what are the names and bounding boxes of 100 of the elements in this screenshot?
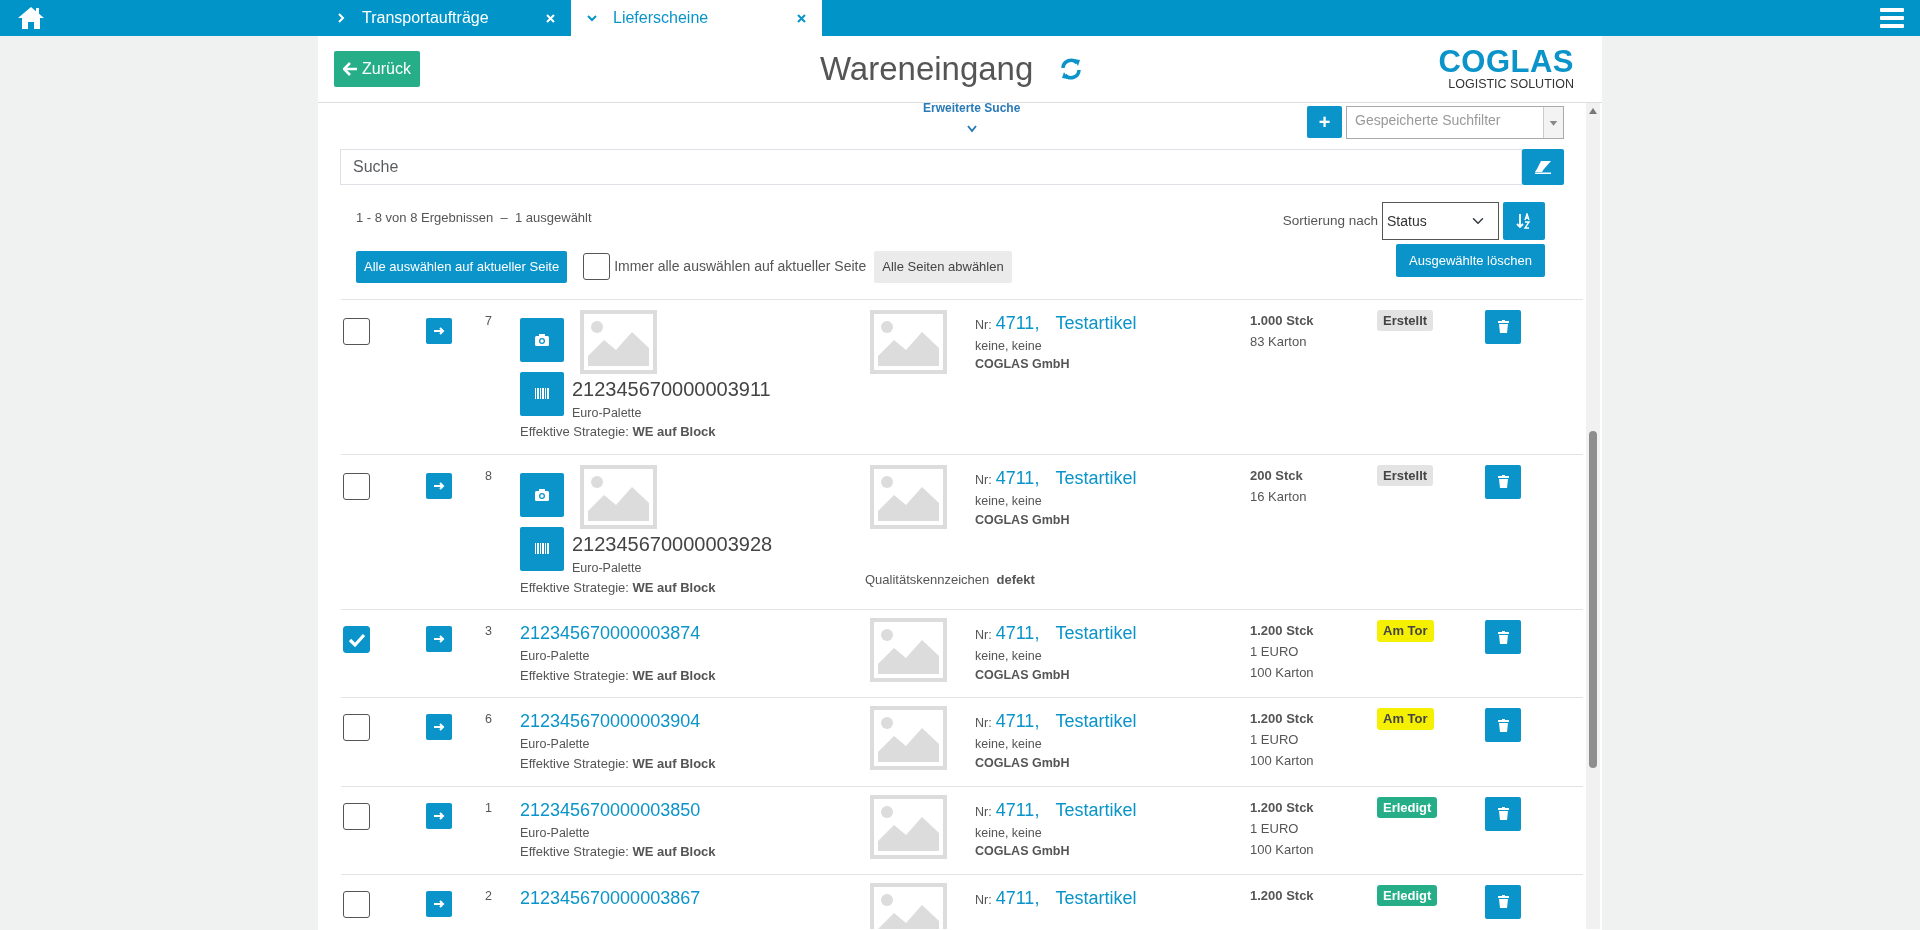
dimensions-text: keine, keine	[975, 736, 1043, 754]
caret-icon	[1543, 107, 1563, 138]
checkbox[interactable]	[583, 253, 611, 280]
open-button[interactable]	[426, 472, 452, 499]
strategy-text: Effektive Strategie: WE auf Block	[520, 843, 717, 862]
back-button[interactable]: Zurück	[334, 51, 420, 87]
quantity-text: 1 EURO	[1250, 731, 1300, 750]
scrollbar[interactable]	[1586, 103, 1600, 929]
dimensions-text: keine, keine	[975, 492, 1043, 510]
company-name: COGLAS GmbH	[975, 755, 1071, 772]
advanced-search-link[interactable]: Erweiterte Suche	[923, 103, 1021, 117]
article-number-link[interactable]: 4711,	[995, 309, 1040, 337]
delete-button[interactable]	[1485, 796, 1521, 831]
arrow-right-icon	[433, 325, 445, 336]
article-number-link[interactable]: 4711,	[995, 884, 1040, 912]
article-number-link[interactable]: 4711,	[995, 464, 1040, 492]
row-number: 8	[485, 468, 492, 483]
article-number-link[interactable]: 4711,	[995, 708, 1040, 736]
quantity-text: 83 Karton	[1250, 332, 1308, 351]
article-name-link[interactable]: Testartikel	[1055, 708, 1137, 736]
barcode-button[interactable]	[520, 526, 564, 571]
pallet-id-link[interactable]: 212345670000003850	[520, 796, 870, 824]
arrow-right-icon	[433, 898, 445, 909]
barcode-icon	[535, 543, 549, 555]
checkbox[interactable]	[343, 472, 370, 500]
article-number-link[interactable]: 4711,	[995, 796, 1040, 824]
pallet-id-link[interactable]: 212345670000003904	[520, 708, 870, 736]
strategy-text: Effektive Strategie: WE auf Block	[520, 666, 717, 685]
camera-button[interactable]	[520, 317, 564, 362]
pallet-id: 212345670000003928	[572, 531, 773, 557]
delete-button[interactable]	[1485, 620, 1521, 654]
results-info: 1 - 8 von 8 Ergebnissen – 1 ausgewählt	[356, 209, 593, 227]
delete-button[interactable]	[1485, 708, 1521, 743]
number-label: Nr:	[975, 471, 992, 489]
image-placeholder-icon	[870, 309, 947, 374]
number-label: Nr:	[975, 627, 992, 644]
sort-icon	[1516, 213, 1532, 229]
open-button[interactable]	[426, 714, 452, 741]
camera-icon	[534, 332, 550, 347]
select-all-button[interactable]: Alle auswählen auf aktueller Seite	[356, 250, 568, 283]
image-placeholder-icon	[580, 309, 657, 374]
article-name-link[interactable]: Testartikel	[1055, 309, 1137, 337]
delete-button[interactable]	[1485, 464, 1521, 499]
checkbox[interactable]	[343, 714, 370, 742]
quantity-text: 100 Karton	[1250, 752, 1315, 771]
scrollbar-thumb[interactable]	[1589, 431, 1597, 768]
chevron-down-icon[interactable]	[966, 125, 977, 133]
image-placeholder-icon	[870, 464, 947, 529]
trash-icon	[1497, 807, 1509, 820]
open-button[interactable]	[426, 317, 452, 344]
open-button[interactable]	[426, 890, 452, 917]
pallet-id-link[interactable]: 212345670000003874	[520, 620, 870, 647]
strategy-text: Effektive Strategie: WE auf Block	[520, 755, 717, 773]
eraser-icon	[1534, 160, 1552, 174]
article-name-link[interactable]: Testartikel	[1055, 796, 1137, 824]
quantity-text: 1.000 Stck	[1250, 311, 1315, 330]
trash-icon	[1497, 475, 1509, 489]
camera-button[interactable]	[520, 472, 564, 517]
open-button[interactable]	[426, 626, 452, 652]
add-filter-button[interactable]: +	[1307, 106, 1342, 138]
checkbox[interactable]	[343, 890, 370, 918]
quantity-text: 16 Karton	[1250, 487, 1308, 506]
delete-button[interactable]	[1485, 884, 1521, 919]
scroll-up-icon[interactable]	[1588, 107, 1598, 115]
close-icon[interactable]	[797, 13, 806, 23]
sort-select[interactable]: Status	[1382, 202, 1499, 240]
refresh-icon[interactable]	[1060, 57, 1083, 81]
article-number-link[interactable]: 4711,	[995, 620, 1040, 647]
article-name-link[interactable]: Testartikel	[1055, 464, 1137, 492]
article-name-link[interactable]: Testartikel	[1055, 620, 1137, 647]
barcode-button[interactable]	[520, 371, 564, 416]
home-icon[interactable]	[17, 6, 45, 30]
tab[interactable]: Lieferscheine	[571, 0, 822, 36]
checkbox[interactable]	[343, 802, 370, 830]
saved-filter-select[interactable]: Gespeicherte Suchfilter	[1346, 106, 1564, 139]
search-field[interactable]: Suche	[340, 149, 1522, 185]
delete-selected-button[interactable]: Ausgewählte löschen	[1396, 244, 1545, 277]
status-label: Am Tor	[1377, 620, 1434, 642]
clear-search-button[interactable]	[1522, 149, 1564, 185]
pallet-id-link[interactable]: 212345670000003867	[520, 884, 870, 912]
quantity-text: 1.200 Stck	[1250, 798, 1315, 817]
image-placeholder-icon	[580, 464, 657, 529]
arrow-right-icon	[433, 634, 445, 644]
menu-icon[interactable]	[1880, 7, 1904, 29]
carrier-type: Euro-Palette	[520, 824, 591, 842]
open-button[interactable]	[426, 802, 452, 829]
quantity-text: 1 EURO	[1250, 819, 1300, 838]
checkbox[interactable]	[343, 317, 370, 345]
status-label: Am Tor	[1377, 708, 1434, 730]
status-label: Erledigt	[1377, 796, 1438, 818]
checkbox[interactable]	[343, 626, 370, 653]
deselect-all-button[interactable]: Alle Seiten abwählen	[874, 250, 1012, 283]
article-name-link[interactable]: Testartikel	[1055, 884, 1137, 912]
delete-button[interactable]	[1485, 309, 1521, 344]
company-name: COGLAS GmbH	[975, 666, 1071, 684]
sort-direction-button[interactable]	[1503, 202, 1545, 240]
quantity-text: 1.200 Stck	[1250, 622, 1315, 640]
tab[interactable]: Transportaufträge	[320, 0, 571, 36]
dimensions-text: keine, keine	[975, 824, 1043, 842]
barcode-icon	[535, 388, 549, 399]
